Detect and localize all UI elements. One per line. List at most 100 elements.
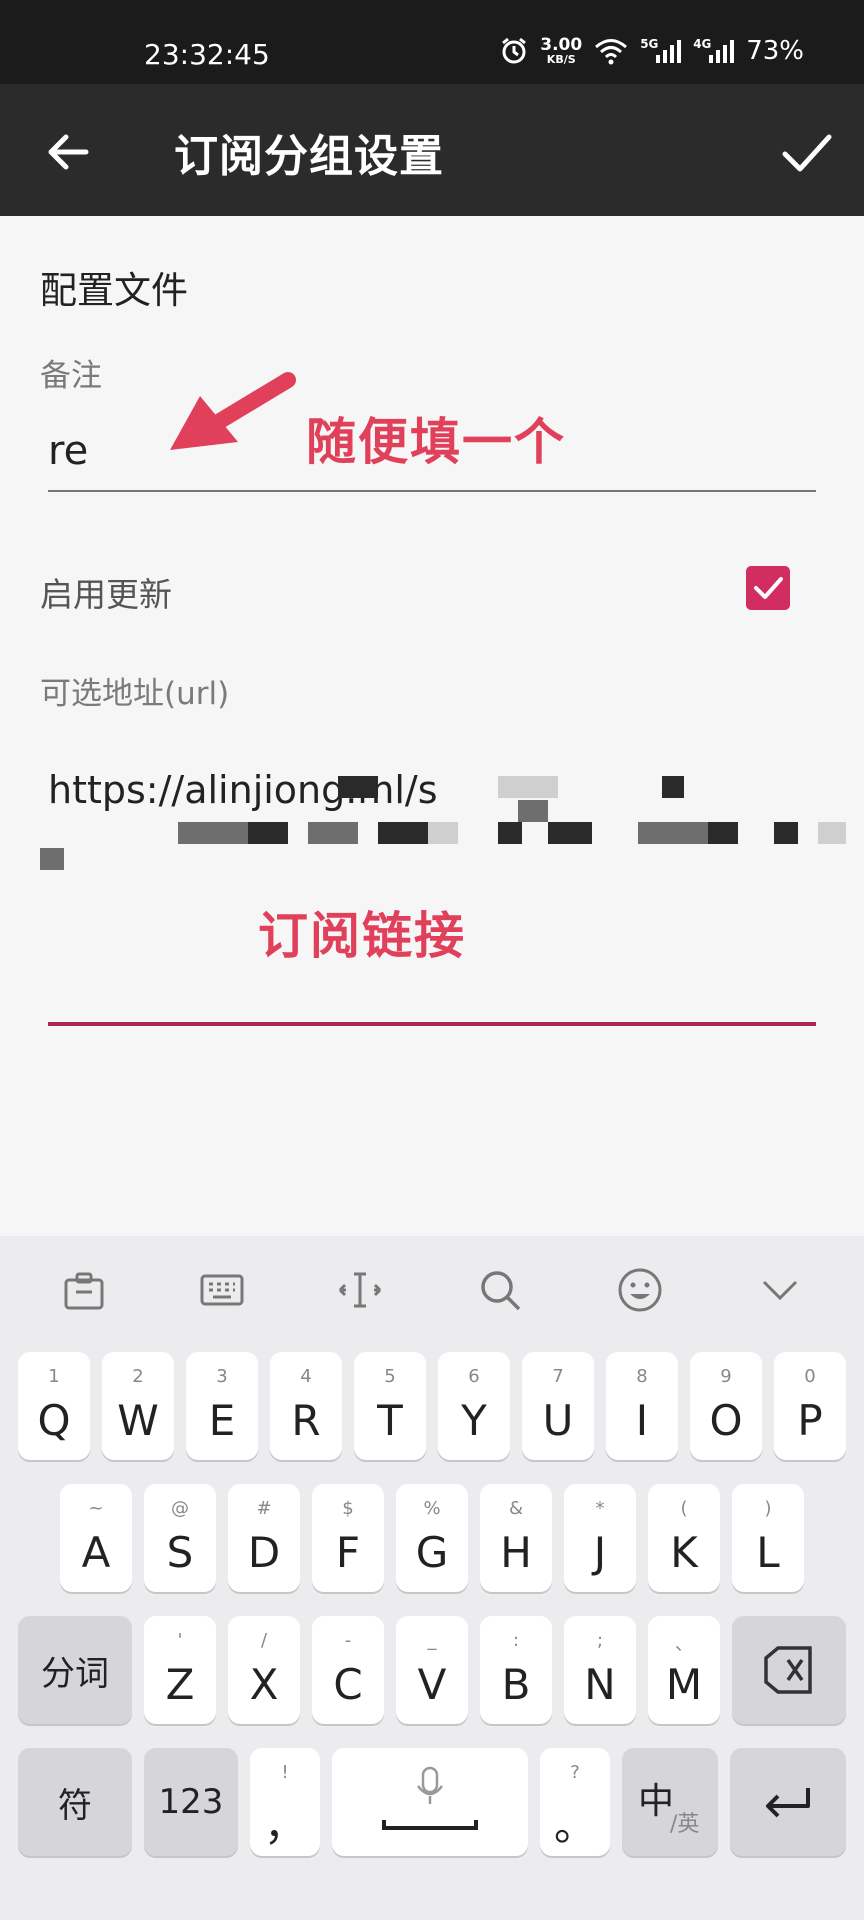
- redaction-block: [40, 848, 64, 870]
- section-title: 配置文件: [40, 269, 188, 312]
- net-speed-unit: KB/S: [546, 53, 576, 66]
- checkmark-icon: [754, 577, 783, 599]
- key-h-label: H: [500, 1528, 532, 1577]
- key-n[interactable]: ; N: [564, 1616, 636, 1724]
- space-key[interactable]: [332, 1748, 528, 1856]
- key-f[interactable]: $ F: [312, 1484, 384, 1592]
- key-m[interactable]: 、 M: [648, 1616, 720, 1724]
- page-title: 订阅分组设置: [174, 131, 444, 182]
- key-o-label: O: [709, 1396, 743, 1445]
- key-s-label: S: [166, 1528, 194, 1577]
- fenci-key[interactable]: 分词: [18, 1616, 132, 1724]
- symbols-key[interactable]: 符: [18, 1748, 132, 1856]
- key-g[interactable]: % G: [396, 1484, 468, 1592]
- key-r[interactable]: 4R: [270, 1352, 342, 1460]
- language-main: 中: [638, 1781, 675, 1822]
- enable-update-checkbox[interactable]: [746, 566, 790, 610]
- key-a-sub: ~: [88, 1498, 104, 1519]
- key-c-sub: -: [344, 1630, 352, 1651]
- key-y[interactable]: 6Y: [438, 1352, 510, 1460]
- key-v-label: V: [417, 1660, 447, 1709]
- key-h-sub: &: [508, 1498, 524, 1519]
- key-q[interactable]: 1Q: [18, 1352, 90, 1460]
- wifi-icon: [595, 39, 628, 65]
- cursor-move-icon[interactable]: [336, 1266, 384, 1314]
- key-r-label: R: [291, 1396, 321, 1445]
- period-key[interactable]: ?。: [540, 1748, 610, 1856]
- redaction-block: [178, 822, 248, 844]
- enter-key[interactable]: [730, 1748, 846, 1856]
- net-speed: 3.00 KB/S: [540, 37, 582, 66]
- key-b[interactable]: :B: [480, 1616, 552, 1724]
- key-t-label: T: [377, 1396, 403, 1445]
- remark-value: re: [48, 428, 89, 474]
- language-toggle-key[interactable]: 中/英: [622, 1748, 718, 1856]
- key-q-label: Q: [37, 1396, 71, 1445]
- key-p-sub: 0: [804, 1366, 816, 1387]
- redaction-block: [518, 800, 548, 822]
- key-g-label: G: [415, 1528, 449, 1577]
- key-m-sub: 、: [675, 1634, 693, 1655]
- key-v[interactable]: _ V: [396, 1616, 468, 1724]
- key-u[interactable]: 7U: [522, 1352, 594, 1460]
- key-x-sub: /: [260, 1630, 268, 1651]
- language-sub: /英: [670, 1812, 700, 1837]
- key-t[interactable]: 5T: [354, 1352, 426, 1460]
- signal-sim2-icon: 4G: [693, 37, 735, 63]
- soft-keyboard: 1 Q 2 W 3 E 4 R 5 T 6 Y 7 U 8 I 9 O 0 P ~ A @ S # D $ F% G & H * J(K) L 分词…: [0, 1236, 864, 1920]
- key-v-sub: _: [427, 1630, 437, 1651]
- key-z-label: Z: [165, 1660, 195, 1709]
- search-icon[interactable]: [476, 1266, 524, 1314]
- key-p[interactable]: 0P: [774, 1352, 846, 1460]
- signal-sim1-icon: 5G: [640, 37, 682, 63]
- key-j-label: J: [593, 1528, 607, 1577]
- key-y-label: Y: [461, 1396, 487, 1445]
- key-s[interactable]: @ S: [144, 1484, 216, 1592]
- key-e-sub: 3: [216, 1366, 228, 1387]
- key-j-sub: *: [595, 1498, 605, 1519]
- redaction-block: [638, 822, 708, 844]
- key-q-sub: 1: [48, 1366, 60, 1387]
- period-key-label: 。: [553, 1801, 596, 1850]
- battery-level: 73%: [746, 36, 804, 66]
- collapse-keyboard-icon[interactable]: [756, 1266, 804, 1314]
- check-icon[interactable]: [780, 126, 834, 180]
- comma-key[interactable]: !，: [250, 1748, 320, 1856]
- clipboard-icon[interactable]: [60, 1266, 108, 1314]
- backspace-key[interactable]: [732, 1616, 846, 1724]
- annotation-arrow-icon: [170, 372, 296, 450]
- key-a-label: A: [81, 1528, 111, 1577]
- key-o[interactable]: 9O: [690, 1352, 762, 1460]
- key-k[interactable]: (K: [648, 1484, 720, 1592]
- key-e[interactable]: 3E: [186, 1352, 258, 1460]
- key-f-label: F: [335, 1528, 361, 1577]
- url-value: https://alinjiong.ml/s: [48, 768, 438, 812]
- url-input[interactable]: https://alinjiong.ml/s: [40, 760, 846, 1026]
- period-key-sub: ?: [570, 1762, 580, 1783]
- key-f-sub: $: [342, 1498, 354, 1519]
- key-u-sub: 7: [552, 1366, 564, 1387]
- redaction-block: [428, 822, 458, 844]
- key-h[interactable]: & H: [480, 1484, 552, 1592]
- key-x[interactable]: / X: [228, 1616, 300, 1724]
- annotation-remark-hint: 随便填一个: [306, 413, 566, 471]
- key-i[interactable]: 8I: [606, 1352, 678, 1460]
- key-d[interactable]: # D: [228, 1484, 300, 1592]
- numbers-key[interactable]: 123: [144, 1748, 238, 1856]
- keyboard-icon[interactable]: [198, 1266, 246, 1314]
- enter-icon: [766, 1788, 810, 1818]
- key-g-sub: %: [423, 1498, 441, 1519]
- comma-key-sub: !: [281, 1762, 289, 1783]
- key-l[interactable]: ) L: [732, 1484, 804, 1592]
- key-c[interactable]: -C: [312, 1616, 384, 1724]
- alarm-icon: [502, 37, 527, 64]
- key-z[interactable]: ' Z: [144, 1616, 216, 1724]
- key-j[interactable]: * J: [564, 1484, 636, 1592]
- key-p-label: P: [797, 1396, 823, 1445]
- key-l-label: L: [756, 1528, 780, 1577]
- key-a[interactable]: ~ A: [60, 1484, 132, 1592]
- key-b-label: B: [501, 1660, 531, 1709]
- key-w[interactable]: 2W: [102, 1352, 174, 1460]
- emoji-icon[interactable]: [616, 1266, 664, 1314]
- arrow-back-icon[interactable]: [40, 124, 96, 180]
